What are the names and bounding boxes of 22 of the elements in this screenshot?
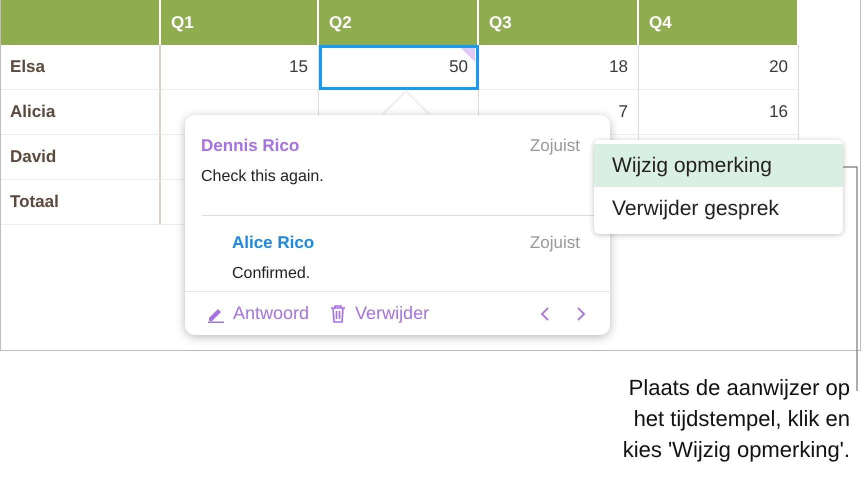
menu-item[interactable]: Wijzig opmerking: [594, 144, 843, 187]
column-header: Q4: [639, 0, 799, 45]
comment-text: Check this again.: [201, 166, 325, 186]
table-cell[interactable]: 18: [479, 45, 639, 90]
row-label: Elsa: [1, 45, 161, 90]
column-header: Q3: [479, 0, 639, 45]
table-cell[interactable]: 50: [319, 45, 479, 90]
comment-text: Confirmed.: [232, 264, 312, 284]
row-label: David: [1, 135, 161, 180]
column-header: Q2: [319, 0, 479, 45]
callout-text: Plaats de aanwijzer op het tijdstempel, klik en kies 'Wijzig opmerking'.: [622, 374, 850, 464]
author-name: Dennis Rico: [201, 135, 300, 157]
column-header: Q1: [161, 0, 319, 45]
row-label: Totaal: [1, 180, 161, 225]
menu-item[interactable]: Verwijder gesprek: [594, 187, 843, 230]
table-cell[interactable]: 15: [161, 45, 319, 90]
comment-indicator-icon: [461, 48, 475, 62]
table-cell[interactable]: 20: [639, 45, 799, 90]
row-label: Alicia: [1, 90, 161, 135]
table-cell[interactable]: 16: [639, 90, 799, 135]
trash-icon: [329, 304, 348, 323]
author-name: Alice Rico: [232, 232, 314, 254]
